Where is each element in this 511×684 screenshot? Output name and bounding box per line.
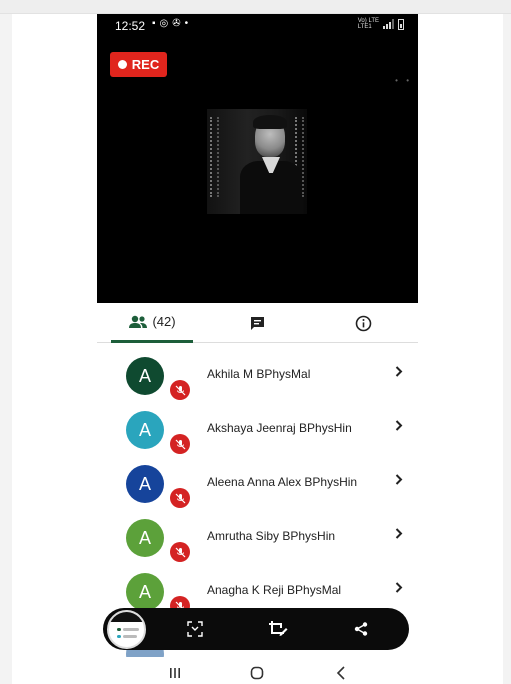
chevron-right-icon[interactable] xyxy=(392,418,406,432)
mic-off-icon xyxy=(170,434,190,454)
status-bar: 12:52 ▪ ◎ ✇ • Vo) LTE LTE1 xyxy=(97,14,418,38)
participant-name: Akshaya Jeenraj BPhysHin xyxy=(207,421,352,435)
photo-frame xyxy=(207,109,307,214)
people-icon xyxy=(129,315,148,328)
participant-row[interactable]: A Amrutha Siby BPhysHin xyxy=(97,509,418,562)
network-type: Vo) LTE LTE1 xyxy=(357,18,379,30)
crop-edit-button[interactable] xyxy=(266,617,290,641)
avatar: A xyxy=(126,519,164,557)
participant-row[interactable]: A Akhila M BPhysMal xyxy=(97,347,418,400)
chat-icon xyxy=(250,316,264,330)
avatar: A xyxy=(126,465,164,503)
participant-name: Aleena Anna Alex BPhysHin xyxy=(207,475,358,489)
participant-name: Anagha K Reji BPhysMal xyxy=(207,583,342,597)
chevron-right-icon[interactable] xyxy=(392,472,406,486)
app-icon: ✇ xyxy=(172,18,181,29)
mic-off-icon xyxy=(170,542,190,562)
more-dots-icon[interactable]: • • xyxy=(395,76,412,85)
chevron-right-icon[interactable] xyxy=(392,364,406,378)
avatar-initial: A xyxy=(138,365,151,386)
chevron-right-icon[interactable] xyxy=(392,580,406,594)
status-time: 12:52 xyxy=(115,19,146,33)
share-icon xyxy=(354,622,368,636)
top-strip xyxy=(0,0,511,14)
participant-name: Akhila M BPhysMal xyxy=(207,367,311,381)
signal-icon xyxy=(383,19,394,29)
people-count: (42) xyxy=(152,314,176,329)
battery-icon xyxy=(398,18,404,30)
portrait-hair xyxy=(253,115,287,129)
chevron-right-icon[interactable] xyxy=(392,526,406,540)
recents-icon xyxy=(170,668,180,678)
back-button[interactable] xyxy=(331,665,351,681)
avatar-initial: A xyxy=(138,419,151,440)
mic-off-icon xyxy=(170,380,190,400)
frame-ornament-left xyxy=(210,117,219,197)
avatar-initial: A xyxy=(138,581,151,602)
participant-row[interactable]: A Aleena Anna Alex BPhysHin xyxy=(97,455,418,508)
participant-row[interactable]: A Akshaya Jeenraj BPhysHin xyxy=(97,401,418,454)
crop-edit-icon xyxy=(269,621,288,636)
avatar-initial: A xyxy=(138,473,151,494)
rec-button[interactable]: REC xyxy=(110,52,167,77)
tab-info[interactable] xyxy=(341,303,385,343)
screenshot-background: 12:52 ▪ ◎ ✇ • Vo) LTE LTE1 REC • • (42) … xyxy=(0,0,511,684)
recents-button[interactable] xyxy=(165,665,185,681)
info-icon xyxy=(355,315,371,331)
gallery-icon: ▪ xyxy=(152,18,156,29)
screenshot-icon xyxy=(187,621,203,637)
dot-icon: • xyxy=(184,18,189,29)
back-icon xyxy=(336,666,345,680)
screenshot-capture-button[interactable] xyxy=(183,617,207,641)
shared-photo xyxy=(187,109,327,214)
avatar: A xyxy=(126,411,164,449)
mic-off-icon xyxy=(170,488,190,508)
record-dot-icon xyxy=(117,60,127,69)
avatar: A xyxy=(126,573,164,611)
system-nav-bar xyxy=(97,662,418,684)
participant-name: Amrutha Siby BPhysHin xyxy=(207,529,336,543)
tab-chat[interactable] xyxy=(235,303,279,343)
whatsapp-icon: ◎ xyxy=(159,18,169,29)
rec-label: REC xyxy=(131,57,160,72)
avatar-initial: A xyxy=(138,527,151,548)
home-button[interactable] xyxy=(247,665,267,681)
status-notification-icons: ▪ ◎ ✇ • xyxy=(152,18,188,29)
screenshot-thumbnail[interactable] xyxy=(107,610,146,649)
status-right-icons: Vo) LTE LTE1 xyxy=(358,18,404,30)
video-stage[interactable]: 12:52 ▪ ◎ ✇ • Vo) LTE LTE1 REC • • xyxy=(97,14,418,303)
meeting-tabs: (42) xyxy=(97,303,418,343)
share-button[interactable] xyxy=(349,617,373,641)
tab-people[interactable]: (42) xyxy=(111,303,193,343)
screenshot-toolbar xyxy=(103,608,409,650)
avatar: A xyxy=(126,357,164,395)
home-icon xyxy=(250,666,264,680)
